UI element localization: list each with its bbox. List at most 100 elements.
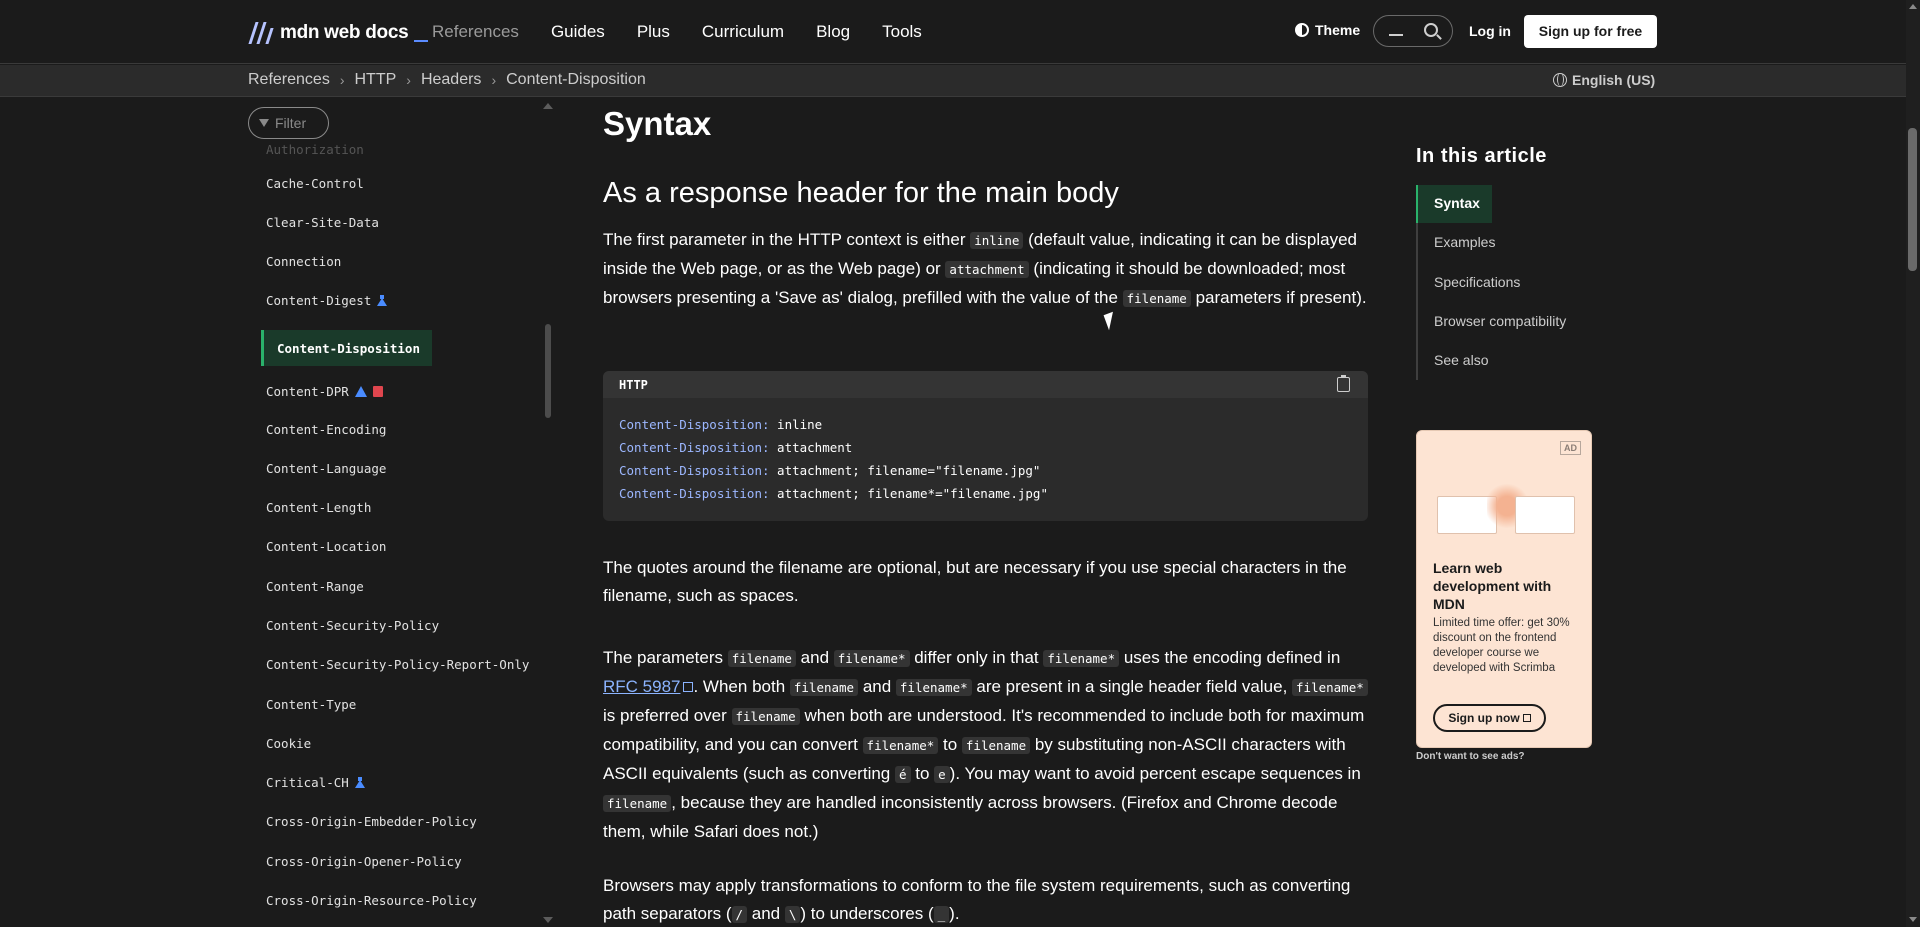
search-button[interactable] [1373,15,1453,47]
theme-label: Theme [1315,22,1361,38]
sidebar-filter-input[interactable]: Filter [248,107,329,139]
ad-button-label: Sign up now [1448,711,1520,725]
sidebar-item-cookie[interactable]: Cookie [266,736,311,751]
paragraph-intro: The first parameter in the HTTP context … [603,230,1367,307]
sidebar-item-coop[interactable]: Cross-Origin-Opener-Policy [266,854,462,869]
sidebar-item-label: Cookie [266,736,312,751]
sidebar-item-label: Cross-Origin-Resource-Policy [266,893,477,908]
sidebar-item-connection[interactable]: Connection [266,254,341,269]
login-link[interactable]: Log in [1469,23,1511,39]
language-label: English (US) [1572,72,1656,88]
toc-item-specifications[interactable]: Specifications [1434,274,1520,290]
mouse-cursor-icon [1103,311,1119,331]
sidebar-item-content-dpr[interactable]: Content-DPR [266,384,383,399]
sidebar-item-content-disposition[interactable]: Content-Disposition [261,330,432,366]
code-line: Content-Disposition: attachment [619,440,853,455]
sidebar-item-authorization[interactable]: Authorization [266,142,364,157]
chevron-right-icon: › [406,72,411,88]
ad-signup-button[interactable]: Sign up now [1433,704,1546,732]
sidebar-item-content-type[interactable]: Content-Type [266,697,356,712]
nav-guides[interactable]: Guides [551,22,605,42]
logo-underscore [414,40,429,42]
scroll-down-icon[interactable] [1909,917,1917,922]
page-scroll-thumb[interactable] [1908,128,1917,271]
toc-item-see-also[interactable]: See also [1434,352,1488,368]
sidebar-item-corp[interactable]: Cross-Origin-Resource-Policy [266,893,477,908]
sidebar-item-content-range[interactable]: Content-Range [266,579,364,594]
scroll-up-icon[interactable] [543,103,553,109]
sidebar-item-label: Content-Digest [266,293,372,308]
nav-blog[interactable]: Blog [816,22,850,42]
sidebar-item-critical-ch[interactable]: Critical-CH [266,775,365,790]
sidebar-item-label: Connection [266,254,342,269]
sidebar-item-cache-control[interactable]: Cache-Control [266,176,364,191]
experimental-icon [377,295,388,306]
scroll-up-icon[interactable] [1909,4,1917,9]
sidebar-item-content-length[interactable]: Content-Length [266,500,371,515]
sidebar-item-label: Content-Disposition [277,340,420,356]
sidebar-item-label: Authorization [266,142,364,157]
sidebar-item-content-digest[interactable]: Content-Digest [266,293,388,308]
nav-plus[interactable]: Plus [637,22,670,42]
deprecated-icon [372,386,383,397]
warning-icon [354,386,367,397]
no-ads-link[interactable]: Don't want to see ads? [1416,751,1525,762]
nav-curriculum[interactable]: Curriculum [702,22,784,42]
breadcrumb-current[interactable]: Content-Disposition [506,71,646,89]
sidebar-item-content-encoding[interactable]: Content-Encoding [266,422,386,437]
ad-badge: AD [1560,441,1581,455]
code-line: Content-Disposition: attachment; filenam… [619,463,1041,478]
main-menu: References Guides Plus Curriculum Blog T… [432,22,954,42]
sidebar-item-content-language[interactable]: Content-Language [266,461,386,476]
copy-icon[interactable] [1337,375,1350,392]
code-language: HTTP [619,378,648,392]
theme-switcher[interactable]: Theme [1295,22,1360,38]
search-underscore [1389,34,1403,36]
sidebar-item-label: Cache-Control [266,176,364,191]
subsection-heading: As a response header for the main body [603,177,1119,209]
sidebar: Authorization Cache-Control Clear-Site-D… [248,97,560,927]
signup-button[interactable]: Sign up for free [1524,15,1657,48]
sidebar-item-label: Content-Security-Policy [266,618,440,633]
toc-item-browser-compatibility[interactable]: Browser compatibility [1434,313,1566,329]
chevron-right-icon: › [491,72,497,88]
breadcrumb: References › HTTP › Headers › Content-Di… [248,71,646,89]
sidebar-scroll-thumb[interactable] [545,324,551,418]
sidebar-item-label: Content-Encoding [266,422,387,437]
paragraph-transformations: Browsers may apply transformations to co… [603,876,1351,923]
toc-item-syntax[interactable]: Syntax [1416,185,1492,223]
sidebar-item-label: Content-Language [266,461,387,476]
nav-references[interactable]: References [432,22,519,42]
logo-text: mdn web docs [280,22,409,43]
external-link-icon [1522,714,1531,722]
advertisement[interactable]: AD Learn web development with MDN Limite… [1416,430,1592,748]
sidebar-scrollbar[interactable] [544,97,556,927]
paragraph-parameters: The parameters filename and filename* di… [603,644,1373,846]
theme-icon [1295,23,1309,37]
nav-tools[interactable]: Tools [882,22,922,42]
sidebar-item-csp-report-only[interactable]: Content-Security-Policy-Report-Only [266,657,529,672]
rfc-5987-link[interactable]: RFC 5987 [603,677,680,696]
breadcrumb-bar: References › HTTP › Headers › Content-Di… [0,65,1906,97]
search-icon [1424,23,1438,37]
language-switcher[interactable]: English (US) [1553,72,1655,88]
sidebar-item-label: Cross-Origin-Opener-Policy [266,854,462,869]
toc-item-examples[interactable]: Examples [1434,234,1495,250]
breadcrumb-http[interactable]: HTTP [355,71,397,89]
sidebar-item-label: Content-DPR [266,384,349,399]
sidebar-item-label: Cross-Origin-Embedder-Policy [266,814,477,829]
breadcrumb-references[interactable]: References [248,71,330,89]
sidebar-item-content-location[interactable]: Content-Location [266,539,386,554]
sidebar-item-coep[interactable]: Cross-Origin-Embedder-Policy [266,814,477,829]
toc-title: In this article [1416,145,1547,167]
sidebar-item-label: Clear-Site-Data [266,215,379,230]
mdn-logo-icon [248,20,274,46]
breadcrumb-headers[interactable]: Headers [421,71,481,89]
sidebar-item-clear-site-data[interactable]: Clear-Site-Data [266,215,379,230]
section-heading: Syntax [603,105,712,142]
scroll-down-icon[interactable] [543,917,553,923]
paragraph-quotes: The quotes around the filename are optio… [603,558,1347,605]
ad-title: Learn web development with MDN [1433,560,1552,612]
sidebar-item-content-security-policy[interactable]: Content-Security-Policy [266,618,439,633]
mdn-logo[interactable]: mdn web docs [248,20,429,46]
